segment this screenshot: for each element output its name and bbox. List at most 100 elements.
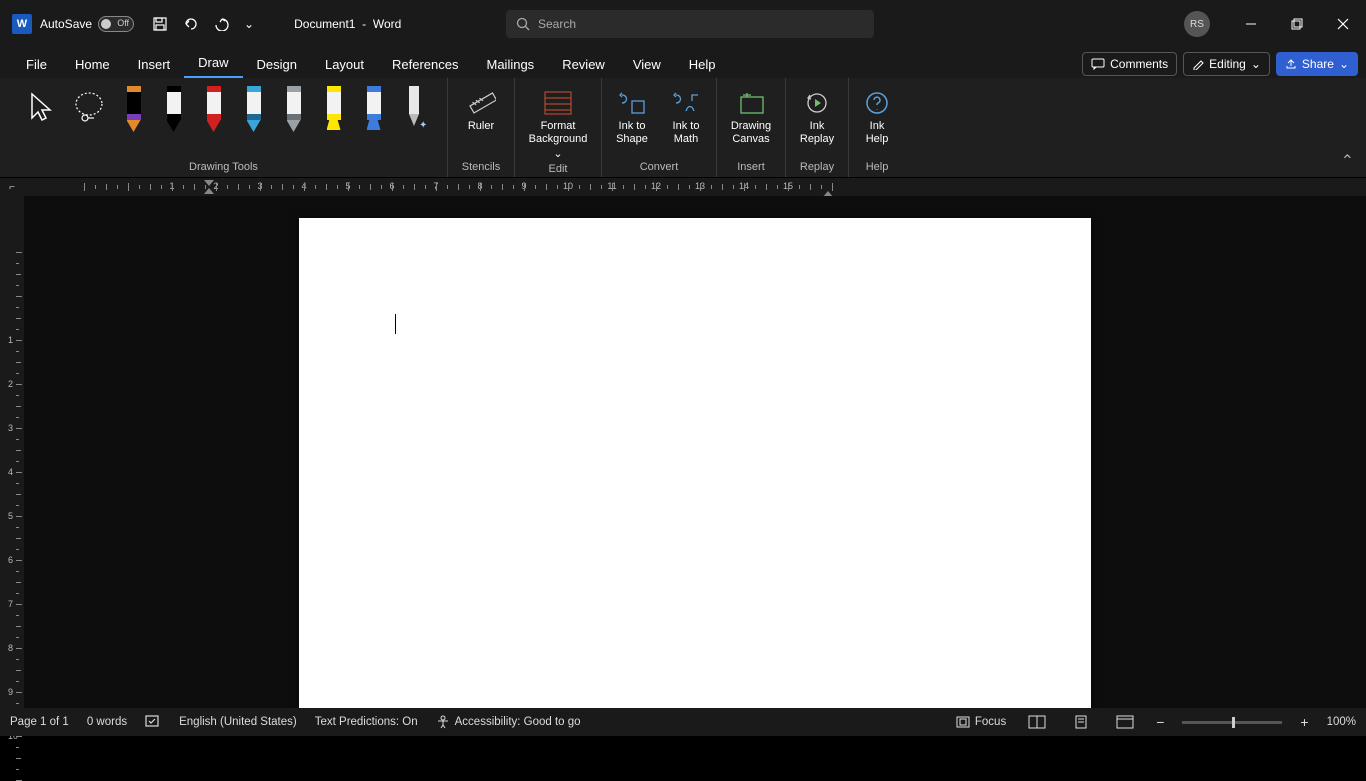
quick-access-toolbar: ⌄ — [152, 16, 254, 32]
close-button[interactable] — [1320, 0, 1366, 48]
minimize-button[interactable] — [1228, 0, 1274, 48]
group-replay: Ink Replay Replay — [786, 78, 849, 177]
share-icon — [1285, 58, 1297, 70]
tab-draw[interactable]: Draw — [184, 49, 242, 78]
search-placeholder: Search — [538, 17, 576, 31]
read-mode-button[interactable] — [1024, 712, 1050, 732]
lasso-icon — [72, 88, 106, 128]
search-input[interactable]: Search — [506, 10, 874, 38]
word-count[interactable]: 0 words — [87, 716, 127, 728]
text-cursor — [395, 314, 396, 334]
spell-check-icon[interactable] — [145, 715, 161, 729]
group-label: Help — [866, 159, 889, 177]
ink-help-button[interactable]: Ink Help — [857, 86, 897, 146]
undo-icon[interactable] — [182, 17, 200, 31]
help-icon — [862, 88, 892, 118]
zoom-level[interactable]: 100% — [1327, 716, 1356, 728]
page[interactable] — [299, 218, 1091, 708]
redo-icon[interactable] — [214, 17, 230, 31]
right-indent-marker[interactable] — [823, 186, 833, 196]
cursor-icon — [24, 88, 54, 128]
group-stencils: Ruler Stencils — [448, 78, 515, 177]
group-label: Convert — [640, 159, 679, 177]
ruler-button[interactable]: Ruler — [456, 86, 506, 133]
accessibility-icon — [436, 715, 450, 729]
pen-tool-1[interactable] — [159, 86, 189, 130]
word-app-icon: W — [12, 14, 32, 34]
accessibility-status[interactable]: Accessibility: Good to go — [436, 715, 581, 729]
chevron-down-icon: ⌄ — [553, 148, 562, 161]
predictions-status[interactable]: Text Predictions: On — [315, 716, 418, 728]
vertical-ruler[interactable]: 12345678910 — [0, 196, 24, 708]
tab-view[interactable]: View — [619, 51, 675, 78]
web-layout-button[interactable] — [1112, 712, 1138, 732]
replay-icon — [802, 88, 832, 118]
ink-to-math-button[interactable]: Ink to Math — [664, 86, 708, 146]
horizontal-ruler[interactable]: 123456789101112131415 — [48, 178, 1366, 196]
document-scroll-area[interactable] — [24, 196, 1366, 708]
autosave-toggle[interactable]: AutoSave Off — [40, 16, 134, 32]
action-pen-tool[interactable]: ✦ — [399, 86, 429, 130]
tab-help[interactable]: Help — [675, 51, 730, 78]
search-icon — [516, 17, 530, 31]
pen-tool-4[interactable] — [279, 86, 309, 130]
tab-file[interactable]: File — [12, 51, 61, 78]
work-area: 12345678910 — [0, 196, 1366, 708]
tab-design[interactable]: Design — [243, 51, 311, 78]
group-insert: Drawing Canvas Insert — [717, 78, 786, 177]
pen-tool-3[interactable] — [239, 86, 269, 130]
ribbon-actions: Comments Editing ⌄ Share ⌄ — [1082, 52, 1358, 76]
print-layout-button[interactable] — [1068, 712, 1094, 732]
ribbon: ✦ Drawing Tools Ruler Stencils Format Ba… — [0, 78, 1366, 178]
pen-tool-2[interactable] — [199, 86, 229, 130]
maximize-button[interactable] — [1274, 0, 1320, 48]
group-label: Insert — [737, 159, 765, 177]
share-button[interactable]: Share ⌄ — [1276, 52, 1358, 76]
tab-insert[interactable]: Insert — [124, 51, 185, 78]
ink-replay-button[interactable]: Ink Replay — [794, 86, 840, 146]
tab-layout[interactable]: Layout — [311, 51, 378, 78]
group-label: Stencils — [462, 159, 501, 177]
save-icon[interactable] — [152, 16, 168, 32]
comment-icon — [1091, 58, 1105, 70]
tab-review[interactable]: Review — [548, 51, 619, 78]
zoom-out-button[interactable]: − — [1156, 714, 1164, 730]
comments-button[interactable]: Comments — [1082, 52, 1177, 76]
tab-mailings[interactable]: Mailings — [473, 51, 549, 78]
group-label: Replay — [800, 159, 834, 177]
pen-tool-5[interactable] — [319, 86, 349, 130]
group-help: Ink Help Help — [849, 78, 905, 177]
window-controls: RS — [1184, 0, 1366, 48]
toggle-switch-icon[interactable]: Off — [98, 16, 134, 32]
autosave-label: AutoSave — [40, 17, 92, 31]
focus-button[interactable]: Focus — [956, 716, 1006, 728]
pen-tool-0[interactable] — [119, 86, 149, 130]
qat-more-icon[interactable]: ⌄ — [244, 17, 254, 31]
focus-icon — [956, 716, 970, 728]
status-bar: Page 1 of 1 0 words English (United Stat… — [0, 708, 1366, 736]
tab-selector-icon[interactable]: ⌐ — [0, 178, 24, 196]
group-label: Edit — [549, 161, 568, 179]
group-drawing-tools: ✦ Drawing Tools — [0, 78, 448, 177]
tab-home[interactable]: Home — [61, 51, 124, 78]
drawing-canvas-button[interactable]: Drawing Canvas — [725, 86, 777, 146]
group-convert: Ink to Shape Ink to Math Convert — [602, 78, 717, 177]
editing-button[interactable]: Editing ⌄ — [1183, 52, 1270, 76]
ruler-icon — [466, 88, 496, 118]
indent-marker[interactable] — [204, 178, 214, 196]
lasso-tool[interactable] — [69, 86, 109, 128]
language-status[interactable]: English (United States) — [179, 716, 297, 728]
zoom-in-button[interactable]: + — [1300, 714, 1308, 730]
group-label: Drawing Tools — [189, 159, 258, 177]
tab-references[interactable]: References — [378, 51, 472, 78]
pencil-icon — [1192, 58, 1204, 70]
page-status[interactable]: Page 1 of 1 — [10, 716, 69, 728]
group-edit: Format Background ⌄ Edit — [515, 78, 602, 177]
zoom-slider[interactable] — [1182, 721, 1282, 724]
ink-to-shape-button[interactable]: Ink to Shape — [610, 86, 654, 146]
pen-tool-6[interactable] — [359, 86, 389, 130]
format-background-button[interactable]: Format Background ⌄ — [523, 86, 593, 161]
user-avatar[interactable]: RS — [1184, 11, 1210, 37]
select-tool[interactable] — [19, 86, 59, 128]
collapse-ribbon-icon[interactable]: ⌃ — [1341, 151, 1354, 171]
